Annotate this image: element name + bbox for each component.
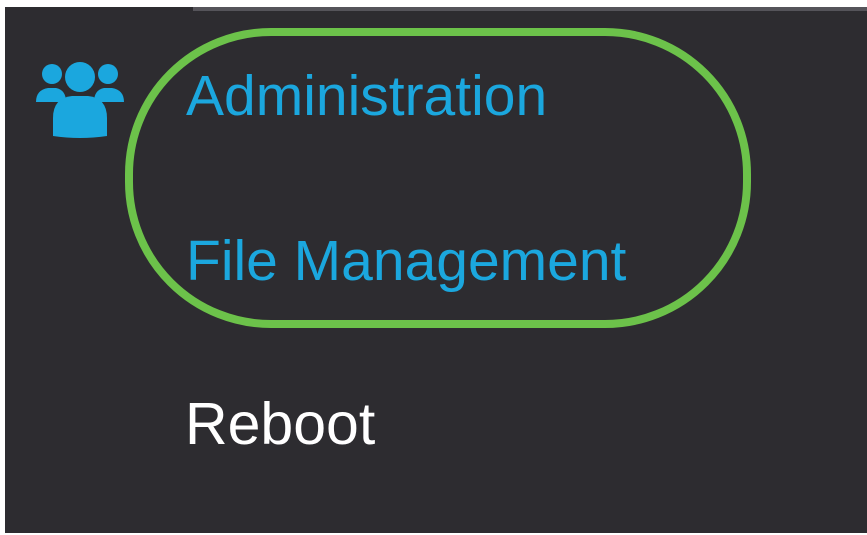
top-divider [193, 7, 867, 11]
sidebar-panel: Administration File Management Reboot [5, 7, 867, 535]
sidebar-item-reboot[interactable]: Reboot [185, 395, 375, 454]
sidebar-item-administration[interactable]: Administration [186, 68, 547, 125]
users-icon [36, 62, 124, 138]
sidebar-item-file-management[interactable]: File Management [186, 233, 626, 290]
